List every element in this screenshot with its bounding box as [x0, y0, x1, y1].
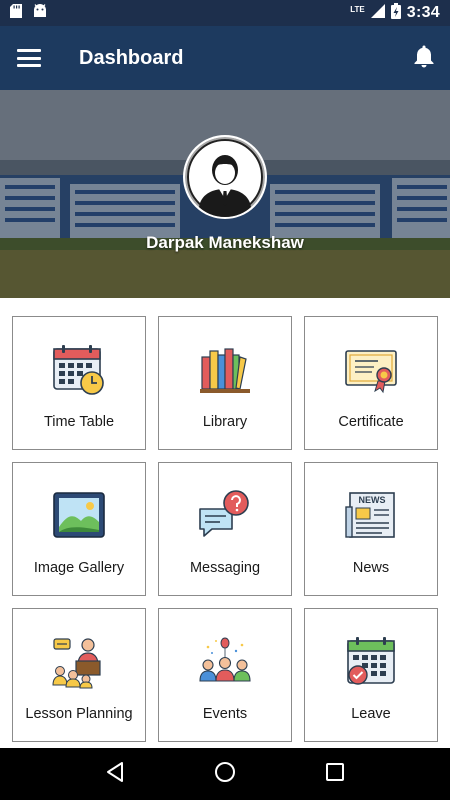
user-name: Darpak Manekshaw: [146, 233, 304, 252]
user-avatar-icon[interactable]: [183, 135, 267, 219]
recents-icon: [325, 762, 345, 787]
tile-library[interactable]: Library: [158, 316, 292, 450]
tile-label: Time Table: [43, 414, 115, 430]
status-bar: LTE 3:34: [0, 0, 450, 26]
page-title: Dashboard: [79, 46, 184, 69]
tile-label: Events: [202, 706, 248, 722]
tile-lesson-planning[interactable]: Lesson Planning: [12, 608, 146, 742]
tile-label: Lesson Planning: [25, 706, 133, 722]
bell-icon: [413, 44, 435, 73]
system-nav-bar: [0, 748, 450, 800]
android-icon: [32, 3, 48, 23]
tile-news[interactable]: NEWS News: [304, 462, 438, 596]
back-button[interactable]: [95, 754, 135, 794]
home-button[interactable]: [205, 754, 245, 794]
sd-card-icon: [10, 3, 22, 23]
menu-button[interactable]: [0, 26, 58, 90]
home-icon: [214, 761, 236, 788]
notifications-button[interactable]: [398, 26, 450, 90]
tile-label: Leave: [351, 706, 391, 722]
signal-icon: [370, 3, 385, 23]
status-clock: 3:34: [406, 4, 440, 21]
books-icon: [198, 343, 252, 397]
tile-leave[interactable]: Leave: [304, 608, 438, 742]
calendar-check-icon: [344, 635, 398, 689]
dashboard-grid: Time Table Library Certificate Image Gal…: [12, 316, 438, 742]
tile-label: Library: [202, 414, 248, 430]
tile-time-table[interactable]: Time Table: [12, 316, 146, 450]
image-gallery-icon: [52, 489, 106, 543]
app-bar: Dashboard: [0, 26, 450, 90]
hamburger-menu-icon: [17, 49, 41, 67]
back-icon: [105, 761, 125, 788]
tile-certificate[interactable]: Certificate: [304, 316, 438, 450]
tile-label: Certificate: [338, 414, 404, 430]
network-type: LTE: [350, 4, 365, 14]
timetable-calendar-clock-icon: [52, 343, 106, 397]
recents-button[interactable]: [315, 754, 355, 794]
tile-label: Messaging: [189, 560, 261, 576]
tile-image-gallery[interactable]: Image Gallery: [12, 462, 146, 596]
profile-banner: Darpak Manekshaw: [0, 90, 450, 298]
newspaper-icon: NEWS: [344, 489, 398, 543]
svg-text:NEWS: NEWS: [359, 495, 386, 505]
battery-charging-icon: [390, 2, 401, 24]
people-celebration-icon: [198, 635, 252, 689]
lecture-presenter-icon: [52, 635, 106, 689]
tile-label: Image Gallery: [33, 560, 125, 576]
certificate-icon: [344, 343, 398, 397]
tile-label: News: [352, 560, 390, 576]
tile-messaging[interactable]: Messaging: [158, 462, 292, 596]
chat-bubbles-icon: [198, 489, 252, 543]
tile-events[interactable]: Events: [158, 608, 292, 742]
